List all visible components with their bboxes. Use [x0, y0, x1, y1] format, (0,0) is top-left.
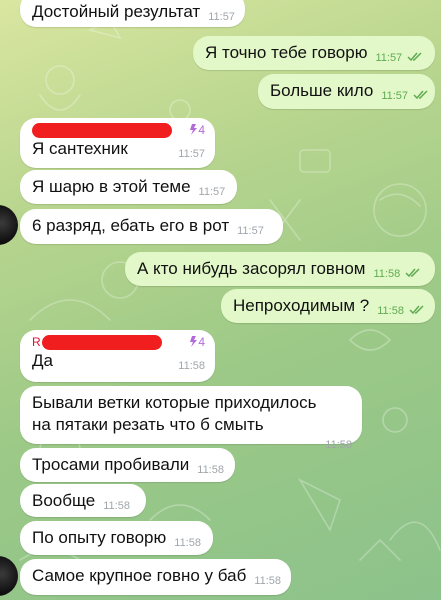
message-time: 11:58 — [103, 500, 130, 512]
message-time: 11:57 — [208, 11, 235, 23]
message-text: 6 разряд, ебать его в рот — [32, 216, 230, 235]
redacted-sender-name — [41, 334, 162, 350]
message-bubble-outgoing[interactable]: Непроходимым ? 11:58 — [221, 289, 435, 323]
message-bubble-incoming[interactable]: Вообще 11:58 — [20, 484, 146, 517]
message-meta: 11:58 — [377, 300, 425, 322]
message-bubble-outgoing[interactable]: Больше кило 11:57 — [258, 74, 435, 109]
message-text: А кто нибудь засорял говном — [137, 259, 366, 278]
message-text: Я шарю в этой теме — [32, 177, 191, 196]
message-text: Непроходимым ? — [233, 296, 370, 315]
redacted-sender-name — [32, 122, 172, 138]
message-time: 11:57 — [237, 225, 264, 237]
boost-icon — [190, 124, 198, 135]
message-text: Я точно тебе говорю — [205, 43, 368, 62]
boost-count: 4 — [198, 123, 205, 137]
message-time: 11:58 — [377, 305, 404, 317]
sender-avatar[interactable] — [0, 205, 18, 245]
boost-badge: 4 — [189, 331, 205, 353]
message-bubble-incoming[interactable]: 4 Я сантехник 11:57 — [20, 118, 215, 168]
message-bubble-incoming[interactable]: Я шарю в этой теме 11:57 — [20, 170, 237, 204]
message-bubble-incoming[interactable]: По опыту говорю 11:58 — [20, 521, 213, 555]
double-check-icon — [405, 268, 420, 278]
message-text: Тросами пробивали — [32, 455, 190, 474]
message-text: Больше кило — [270, 81, 374, 100]
double-check-icon — [407, 52, 422, 62]
message-time: 11:58 — [254, 575, 282, 587]
message-bubble-incoming[interactable]: 6 разряд, ебать его в рот 11:57 — [20, 209, 283, 244]
message-text: По опыту говорю — [32, 528, 167, 547]
message-time: 11:57 — [375, 52, 403, 64]
message-text: Я сантехник — [32, 139, 128, 158]
message-bubble-incoming[interactable]: R 4 Да 11:58 — [20, 330, 215, 382]
message-bubble-outgoing[interactable]: А кто нибудь засорял говном 11:58 — [125, 252, 435, 286]
message-time: 11:57 — [198, 186, 226, 198]
message-text: Вообще — [32, 491, 96, 510]
double-check-icon — [409, 305, 424, 315]
message-text: Достойный результат — [32, 2, 201, 21]
message-time: 11:57 — [381, 90, 409, 102]
message-bubble-incoming[interactable]: Самое крупное говно у баб 11:58 — [20, 559, 291, 595]
message-time: 11:58 — [373, 268, 401, 280]
message-text: Бывали ветки которые приходилось на пята… — [32, 393, 317, 434]
message-meta: 11:57 — [375, 47, 423, 69]
message-time: 11:58 — [178, 360, 205, 372]
sender-avatar[interactable] — [0, 556, 18, 596]
chat-message-list[interactable]: Достойный результат 11:57 Я точно тебе г… — [0, 0, 441, 600]
message-text: Самое крупное говно у баб — [32, 566, 247, 585]
message-time: 11:57 — [178, 148, 205, 160]
message-bubble-incoming[interactable]: Достойный результат 11:57 — [20, 0, 245, 27]
message-bubble-incoming[interactable]: Тросами пробивали 11:58 — [20, 448, 235, 482]
boost-badge: 4 — [189, 119, 205, 141]
message-meta: 11:58 — [374, 263, 422, 285]
message-text: Да — [32, 351, 53, 370]
message-bubble-incoming[interactable]: Бывали ветки которые приходилось на пята… — [20, 386, 362, 451]
message-time: 11:58 — [174, 537, 201, 549]
double-check-icon — [413, 90, 428, 100]
boost-count: 4 — [198, 335, 205, 349]
message-meta: 11:57 — [381, 85, 429, 107]
boost-icon — [190, 336, 198, 347]
message-time: 11:58 — [197, 464, 224, 476]
message-bubble-outgoing[interactable]: Я точно тебе говорю 11:57 — [193, 36, 435, 70]
